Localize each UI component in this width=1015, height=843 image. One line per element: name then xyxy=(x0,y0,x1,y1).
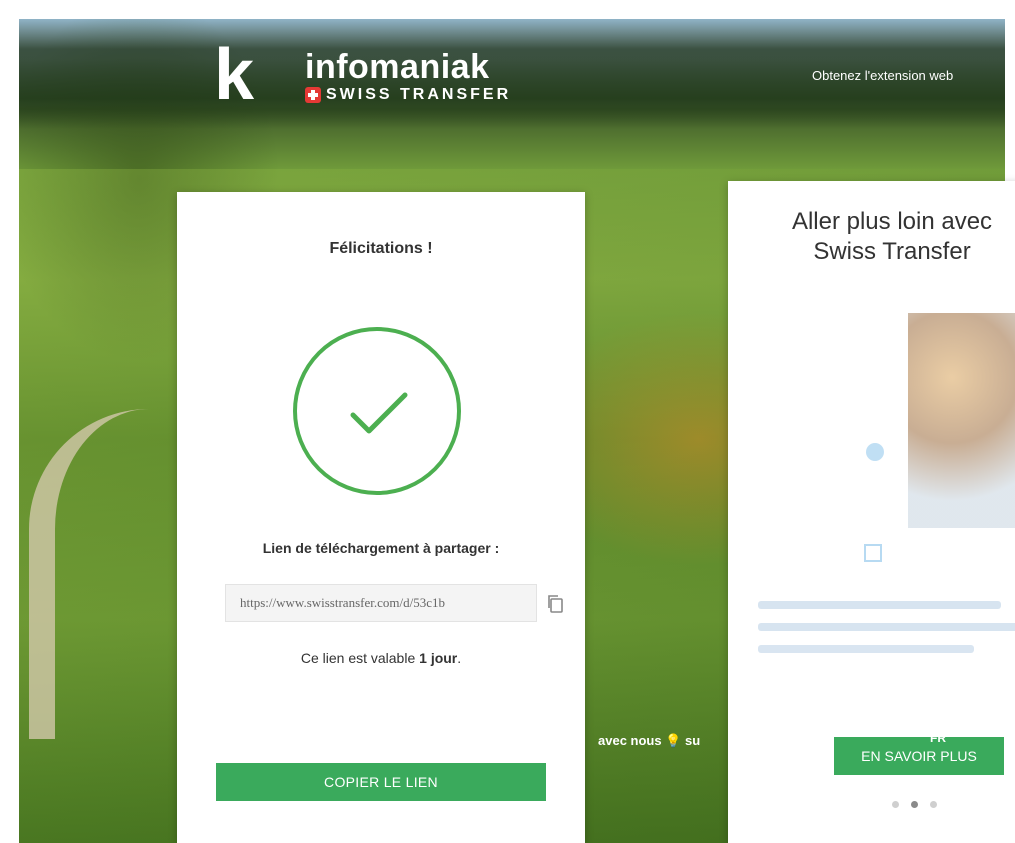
copy-link-button[interactable]: COPIER LE LIEN xyxy=(216,763,546,801)
logo-k-mark: k xyxy=(214,35,255,115)
learn-more-button[interactable]: EN SAVOIR PLUS xyxy=(834,737,1004,775)
validity-suffix: . xyxy=(457,650,462,666)
link-validity-text: Ce lien est valable 1 jour. xyxy=(177,650,585,666)
promo-faded-description xyxy=(758,601,1015,691)
language-selector[interactable]: FR xyxy=(930,731,946,745)
download-url-field[interactable] xyxy=(225,584,537,622)
carousel-dot-2[interactable] xyxy=(911,801,918,808)
promo-card: Aller plus loin avec Swiss Transfer EN S… xyxy=(728,181,1015,843)
promo-checkbox-icon xyxy=(864,544,882,562)
carousel-dot-3[interactable] xyxy=(930,801,937,808)
validity-duration: 1 jour xyxy=(419,650,458,666)
card-title: Félicitations ! xyxy=(329,240,433,257)
carousel-dot-1[interactable] xyxy=(892,801,899,808)
promo-illustration xyxy=(908,313,1015,528)
logo-brand-name: infomaniak xyxy=(305,48,490,86)
logo-product-name: SWISS TRANSFER xyxy=(326,86,512,103)
success-check-circle xyxy=(293,327,461,495)
calendar-selected-day xyxy=(866,443,884,461)
calendar-grid xyxy=(738,329,892,369)
dirt-path xyxy=(29,409,195,739)
checkmark-icon xyxy=(350,392,408,434)
swiss-flag-icon xyxy=(305,87,321,103)
validity-prefix: Ce lien est valable xyxy=(300,650,420,666)
success-card: Félicitations ! Lien de téléchargement à… xyxy=(177,192,585,843)
promo-title: Aller plus loin avec Swiss Transfer xyxy=(791,208,993,265)
carousel-dots xyxy=(892,801,937,808)
web-extension-link[interactable]: Obtenez l'extension web xyxy=(812,68,953,83)
copy-icon[interactable] xyxy=(546,594,564,614)
download-link-label: Lien de téléchargement à partager : xyxy=(262,540,500,556)
background-tagline: avec nous 💡 su xyxy=(598,733,701,748)
calendar-illustration xyxy=(738,301,908,471)
